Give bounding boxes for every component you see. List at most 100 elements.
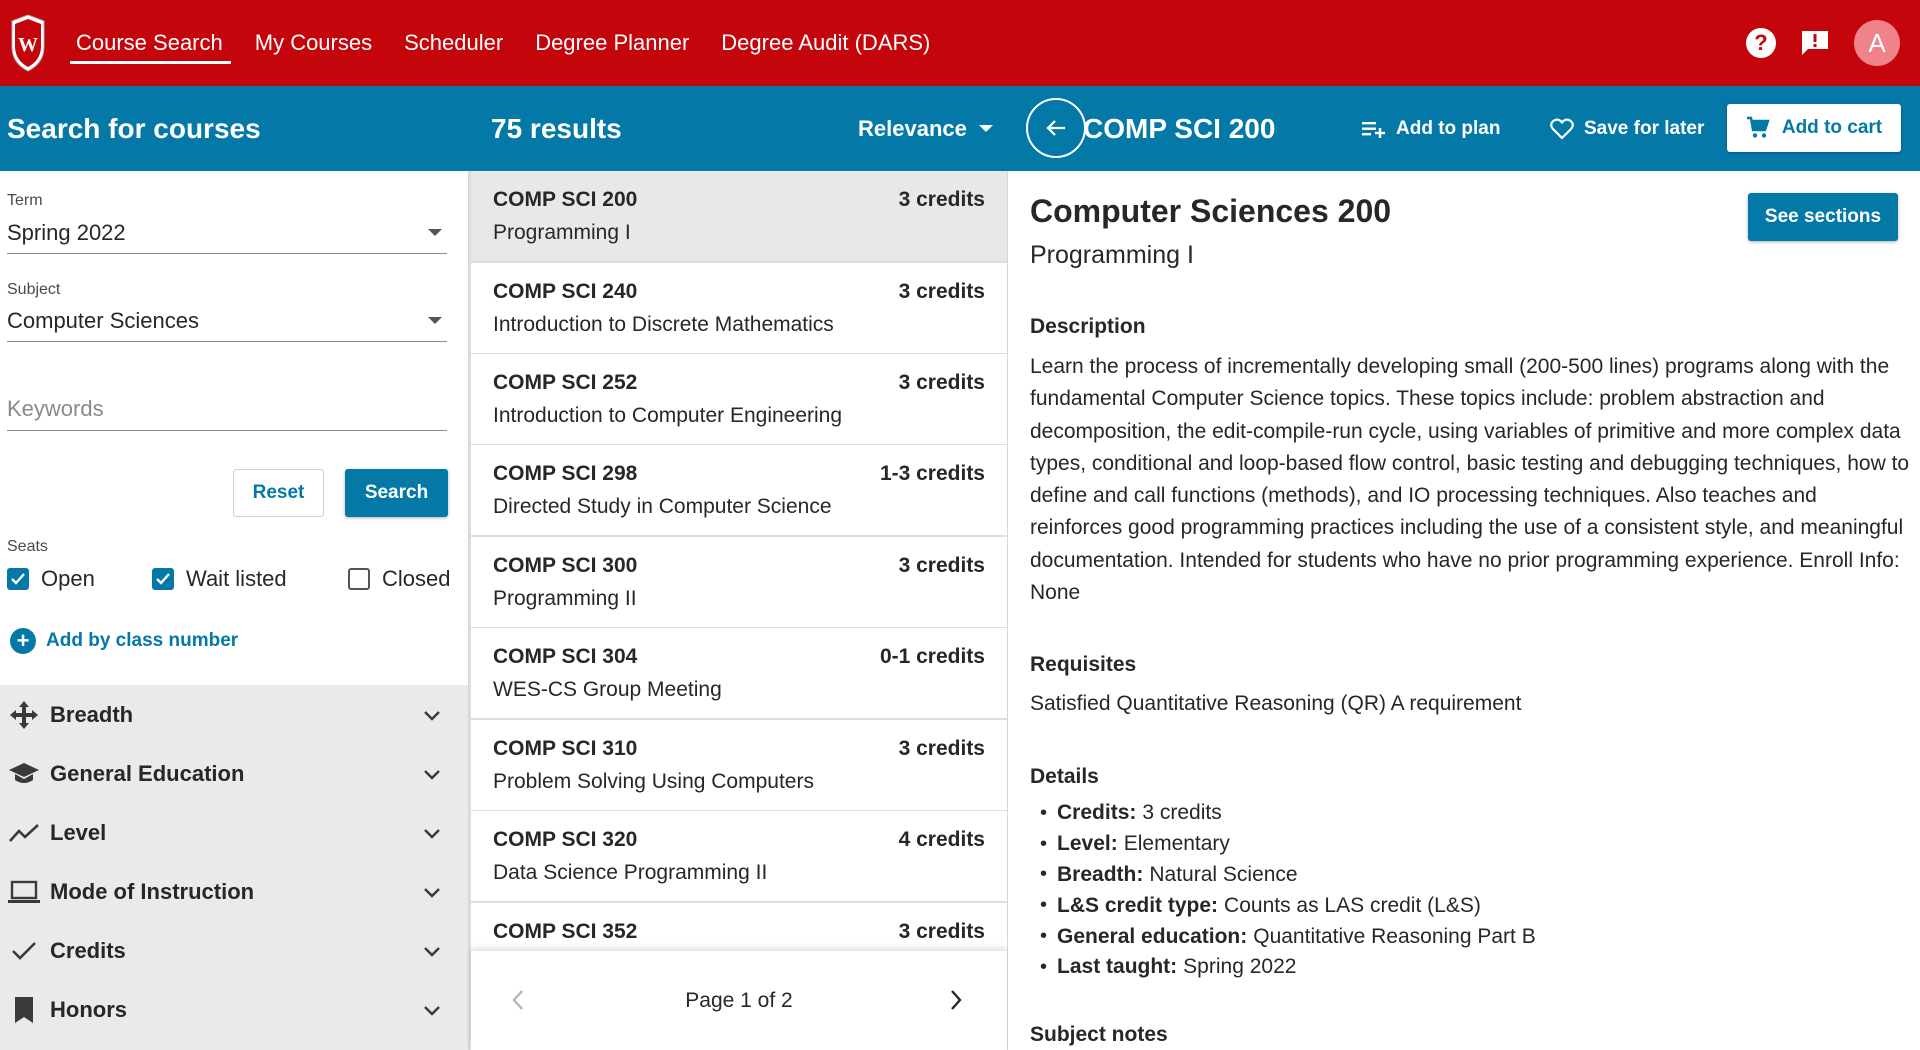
accordion-general-education[interactable]: General Education bbox=[0, 744, 468, 803]
add-to-plan-label: Add to plan bbox=[1396, 117, 1501, 139]
detail-key: Level: bbox=[1057, 832, 1118, 856]
detail-key: General education: bbox=[1057, 924, 1248, 948]
accordion-mode-of-instruction[interactable]: Mode of Instruction bbox=[0, 862, 468, 921]
result-code: COMP SCI 310 bbox=[493, 737, 638, 760]
result-title: Data Science Programming II bbox=[493, 861, 768, 884]
detail-key: Last taught: bbox=[1057, 955, 1178, 979]
user-avatar[interactable]: A bbox=[1854, 20, 1900, 66]
seats-waitlisted-checkbox[interactable]: Wait listed bbox=[152, 566, 287, 592]
subject-notes-heading: Subject notes bbox=[1030, 1023, 1168, 1046]
result-item[interactable]: COMP SCI 298 1-3 credits Directed Study … bbox=[471, 445, 1007, 535]
detail-item: L&S credit type:Counts as LAS credit (L&… bbox=[1030, 890, 1536, 921]
feedback-icon[interactable] bbox=[1800, 29, 1830, 57]
chevron-right-icon[interactable] bbox=[949, 989, 963, 1016]
detail-value: Spring 2022 bbox=[1183, 955, 1297, 979]
detail-value: 3 credits bbox=[1142, 801, 1222, 825]
nav-right-controls: ? A bbox=[1746, 0, 1900, 86]
result-item[interactable]: COMP SCI 310 3 credits Problem Solving U… bbox=[471, 720, 1007, 810]
detail-value: Counts as LAS credit (L&S) bbox=[1224, 893, 1481, 917]
result-item[interactable]: COMP SCI 200 3 credits Programming I bbox=[471, 171, 1007, 261]
save-for-later-button[interactable]: Save for later bbox=[1550, 86, 1704, 171]
result-credits: 3 credits bbox=[898, 920, 985, 943]
result-title: Programming I bbox=[493, 221, 631, 244]
nav-course-search[interactable]: Course Search bbox=[68, 0, 241, 86]
seats-open-label: Open bbox=[41, 566, 95, 591]
accordion-level[interactable]: Level bbox=[0, 803, 468, 862]
add-by-class-number-link[interactable]: + Add by class number bbox=[10, 628, 238, 654]
result-code: COMP SCI 200 bbox=[493, 188, 638, 211]
uw-crest-logo[interactable]: W bbox=[8, 13, 48, 73]
add-to-plan-button[interactable]: Add to plan bbox=[1362, 86, 1500, 171]
result-credits: 3 credits bbox=[898, 737, 985, 760]
result-title: Introduction to Discrete Mathematics bbox=[493, 313, 834, 336]
chevron-down-icon bbox=[423, 997, 441, 1023]
search-header-bar: Search for courses 75 results Relevance … bbox=[0, 86, 1920, 171]
result-item[interactable]: COMP SCI 320 4 credits Data Science Prog… bbox=[471, 811, 1007, 901]
nav-degree-audit[interactable]: Degree Audit (DARS) bbox=[713, 0, 948, 86]
chevron-left-icon[interactable] bbox=[511, 989, 525, 1016]
results-list: COMP SCI 200 3 credits Programming I COM… bbox=[469, 171, 1007, 951]
chevron-down-icon bbox=[423, 879, 441, 905]
breadth-arrows-icon bbox=[8, 699, 40, 731]
detail-key: L&S credit type: bbox=[1057, 893, 1219, 917]
nav-links: Course Search My Courses Scheduler Degre… bbox=[68, 0, 954, 86]
detail-key: Credits: bbox=[1057, 801, 1137, 825]
course-title: Computer Sciences 200 bbox=[1030, 193, 1392, 229]
back-button[interactable] bbox=[1026, 98, 1086, 158]
course-subtitle: Programming I bbox=[1030, 241, 1194, 269]
accordion-breadth[interactable]: Breadth bbox=[0, 685, 468, 744]
chevron-down-icon bbox=[423, 938, 441, 964]
see-sections-button[interactable]: See sections bbox=[1748, 193, 1898, 241]
result-item[interactable]: COMP SCI 252 3 credits Introduction to C… bbox=[471, 354, 1007, 444]
keywords-placeholder: Keywords bbox=[7, 396, 104, 421]
cart-icon bbox=[1746, 116, 1770, 138]
result-item[interactable]: COMP SCI 304 0-1 credits WES-CS Group Me… bbox=[471, 628, 1007, 718]
check-icon bbox=[8, 935, 40, 967]
seats-waitlisted-label: Wait listed bbox=[186, 566, 287, 591]
page-indicator: Page 1 of 2 bbox=[685, 988, 793, 1012]
result-title: Programming II bbox=[493, 587, 637, 610]
chevron-down-icon bbox=[423, 820, 441, 846]
result-item[interactable]: COMP SCI 352 3 credits bbox=[471, 903, 1007, 951]
result-item[interactable]: COMP SCI 240 3 credits Introduction to D… bbox=[471, 263, 1007, 353]
filter-panel: Term Spring 2022 Subject Computer Scienc… bbox=[0, 171, 468, 1050]
pagination: Page 1 of 2 bbox=[471, 951, 1007, 1050]
search-title: Search for courses bbox=[7, 112, 261, 144]
detail-value: Quantitative Reasoning Part B bbox=[1253, 924, 1536, 948]
help-icon[interactable]: ? bbox=[1746, 28, 1776, 58]
requisites-text: Satisfied Quantitative Reasoning (QR) A … bbox=[1030, 692, 1522, 715]
sort-dropdown[interactable]: Relevance bbox=[858, 86, 993, 171]
seats-open-checkbox[interactable]: Open bbox=[7, 566, 95, 592]
details-heading: Details bbox=[1030, 765, 1099, 788]
result-code: COMP SCI 352 bbox=[493, 920, 638, 943]
subject-value: Computer Sciences bbox=[7, 308, 199, 333]
course-detail-panel: Computer Sciences 200 Programming I See … bbox=[1008, 171, 1920, 1050]
result-code: COMP SCI 304 bbox=[493, 645, 638, 668]
accordion-label: Mode of Instruction bbox=[50, 878, 255, 904]
reset-button[interactable]: Reset bbox=[233, 469, 324, 517]
term-underline bbox=[7, 253, 447, 254]
result-credits: 3 credits bbox=[898, 371, 985, 394]
nav-my-courses[interactable]: My Courses bbox=[247, 0, 390, 86]
nav-scheduler[interactable]: Scheduler bbox=[396, 0, 521, 86]
detail-item: Last taught:Spring 2022 bbox=[1030, 952, 1536, 983]
bookmark-icon bbox=[8, 994, 40, 1026]
result-credits: 3 credits bbox=[898, 188, 985, 211]
accordion-label: Breadth bbox=[50, 701, 134, 727]
subject-underline bbox=[7, 341, 447, 342]
accordion-credits[interactable]: Credits bbox=[0, 921, 468, 980]
chevron-down-icon bbox=[423, 702, 441, 728]
laptop-icon bbox=[8, 876, 40, 908]
result-item[interactable]: COMP SCI 300 3 credits Programming II bbox=[471, 537, 1007, 627]
nav-degree-planner[interactable]: Degree Planner bbox=[527, 0, 707, 86]
subject-label: Subject bbox=[7, 281, 61, 298]
seats-closed-checkbox[interactable]: Closed bbox=[348, 566, 450, 592]
filter-accordion: Breadth General Education Level Mode of … bbox=[0, 685, 468, 1050]
search-button[interactable]: Search bbox=[345, 469, 448, 517]
accordion-honors[interactable]: Honors bbox=[0, 980, 468, 1039]
accordion-label: Level bbox=[50, 819, 107, 845]
add-to-cart-button[interactable]: Add to cart bbox=[1727, 104, 1901, 152]
sort-label: Relevance bbox=[858, 115, 967, 141]
term-label: Term bbox=[7, 192, 43, 209]
result-title: Problem Solving Using Computers bbox=[493, 770, 814, 793]
